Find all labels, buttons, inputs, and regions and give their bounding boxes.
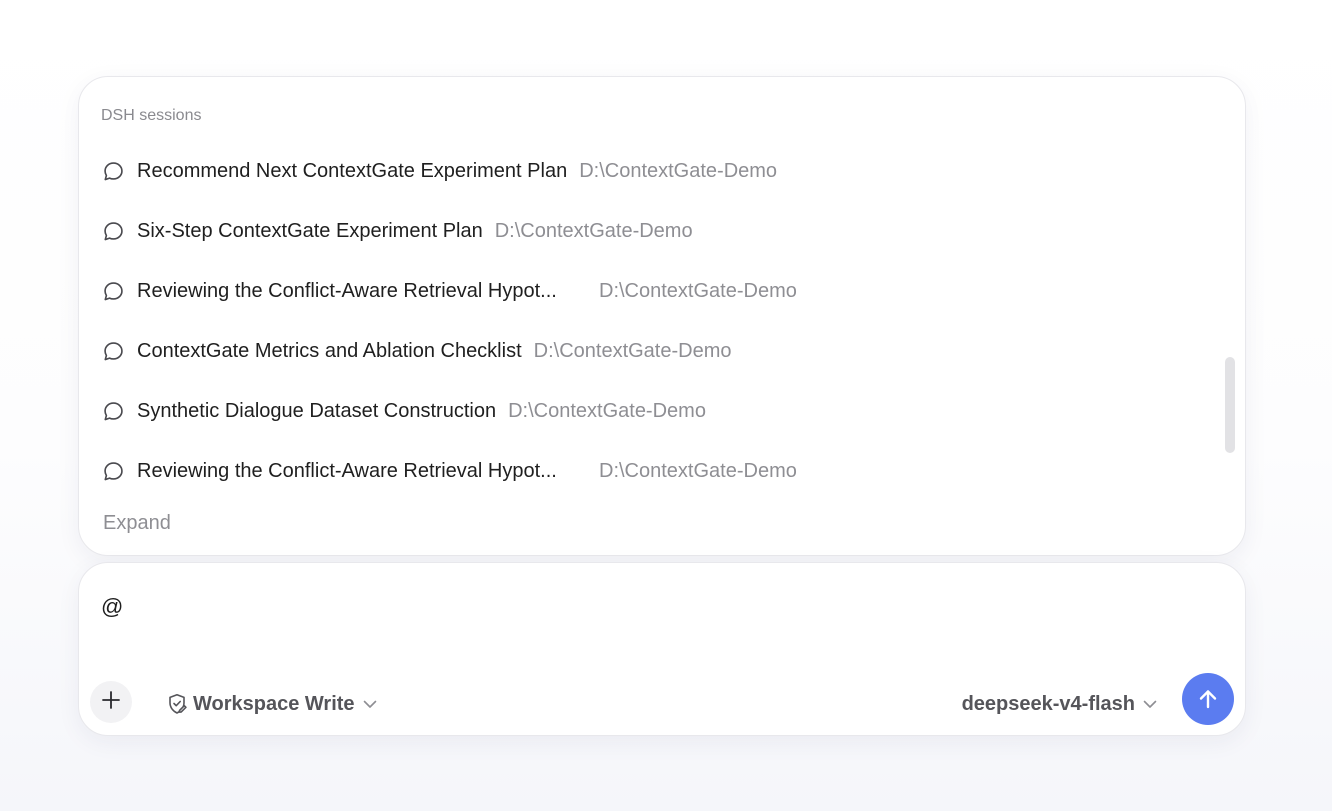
model-label: deepseek-v4-flash — [961, 692, 1135, 715]
sessions-panel-title: DSH sessions — [101, 107, 202, 124]
permission-mode-label: Workspace Write — [193, 692, 355, 715]
session-title: Six-Step ContextGate Experiment Plan — [137, 219, 483, 242]
session-path: D:\ContextGate-Demo — [494, 219, 693, 242]
chat-bubble-icon — [101, 279, 125, 303]
chat-bubble-icon — [101, 459, 125, 483]
composer: Workspace Write deepseek-v4-flash — [78, 562, 1246, 736]
chevron-down-icon — [363, 700, 377, 709]
session-title: Reviewing the Conflict-Aware Retrieval H… — [137, 459, 557, 482]
session-item[interactable]: ContextGate Metrics and Ablation Checkli… — [79, 321, 1245, 381]
expand-link[interactable]: Expand — [103, 512, 171, 535]
session-title: Reviewing the Conflict-Aware Retrieval H… — [137, 279, 557, 302]
arrow-up-icon — [1196, 687, 1220, 711]
session-item[interactable]: Reviewing the Conflict-Aware Retrieval H… — [79, 261, 1245, 321]
session-item[interactable]: Recommend Next ContextGate Experiment Pl… — [79, 141, 1245, 201]
session-item[interactable]: Synthetic Dialogue Dataset Construction … — [79, 381, 1245, 441]
sessions-scrollbar[interactable] — [1225, 357, 1235, 453]
chat-bubble-icon — [101, 159, 125, 183]
prompt-input[interactable] — [101, 587, 1201, 627]
session-path: D:\ContextGate-Demo — [579, 159, 778, 182]
send-button[interactable] — [1182, 673, 1234, 725]
permission-mode-dropdown[interactable]: Workspace Write — [167, 689, 377, 719]
sessions-panel: DSH sessions Recommend Next ContextGate … — [78, 76, 1246, 556]
model-dropdown[interactable]: deepseek-v4-flash — [962, 689, 1157, 719]
session-path: D:\ContextGate-Demo — [599, 279, 797, 302]
chat-bubble-icon — [101, 219, 125, 243]
session-path: D:\ContextGate-Demo — [533, 339, 732, 362]
session-list: Recommend Next ContextGate Experiment Pl… — [79, 141, 1245, 501]
session-title: Synthetic Dialogue Dataset Construction — [137, 399, 497, 422]
session-path: D:\ContextGate-Demo — [599, 459, 797, 482]
session-title: ContextGate Metrics and Ablation Checkli… — [137, 339, 522, 362]
plus-icon — [101, 690, 121, 715]
session-path: D:\ContextGate-Demo — [508, 399, 706, 422]
chat-bubble-icon — [101, 399, 125, 423]
session-title: Recommend Next ContextGate Experiment Pl… — [137, 159, 568, 182]
chevron-down-icon — [1143, 700, 1157, 709]
chat-bubble-icon — [101, 339, 125, 363]
shield-edit-icon — [167, 693, 187, 715]
session-item[interactable]: Six-Step ContextGate Experiment Plan D:\… — [79, 201, 1245, 261]
session-item[interactable]: Reviewing the Conflict-Aware Retrieval H… — [79, 441, 1245, 501]
add-button[interactable] — [90, 681, 132, 723]
